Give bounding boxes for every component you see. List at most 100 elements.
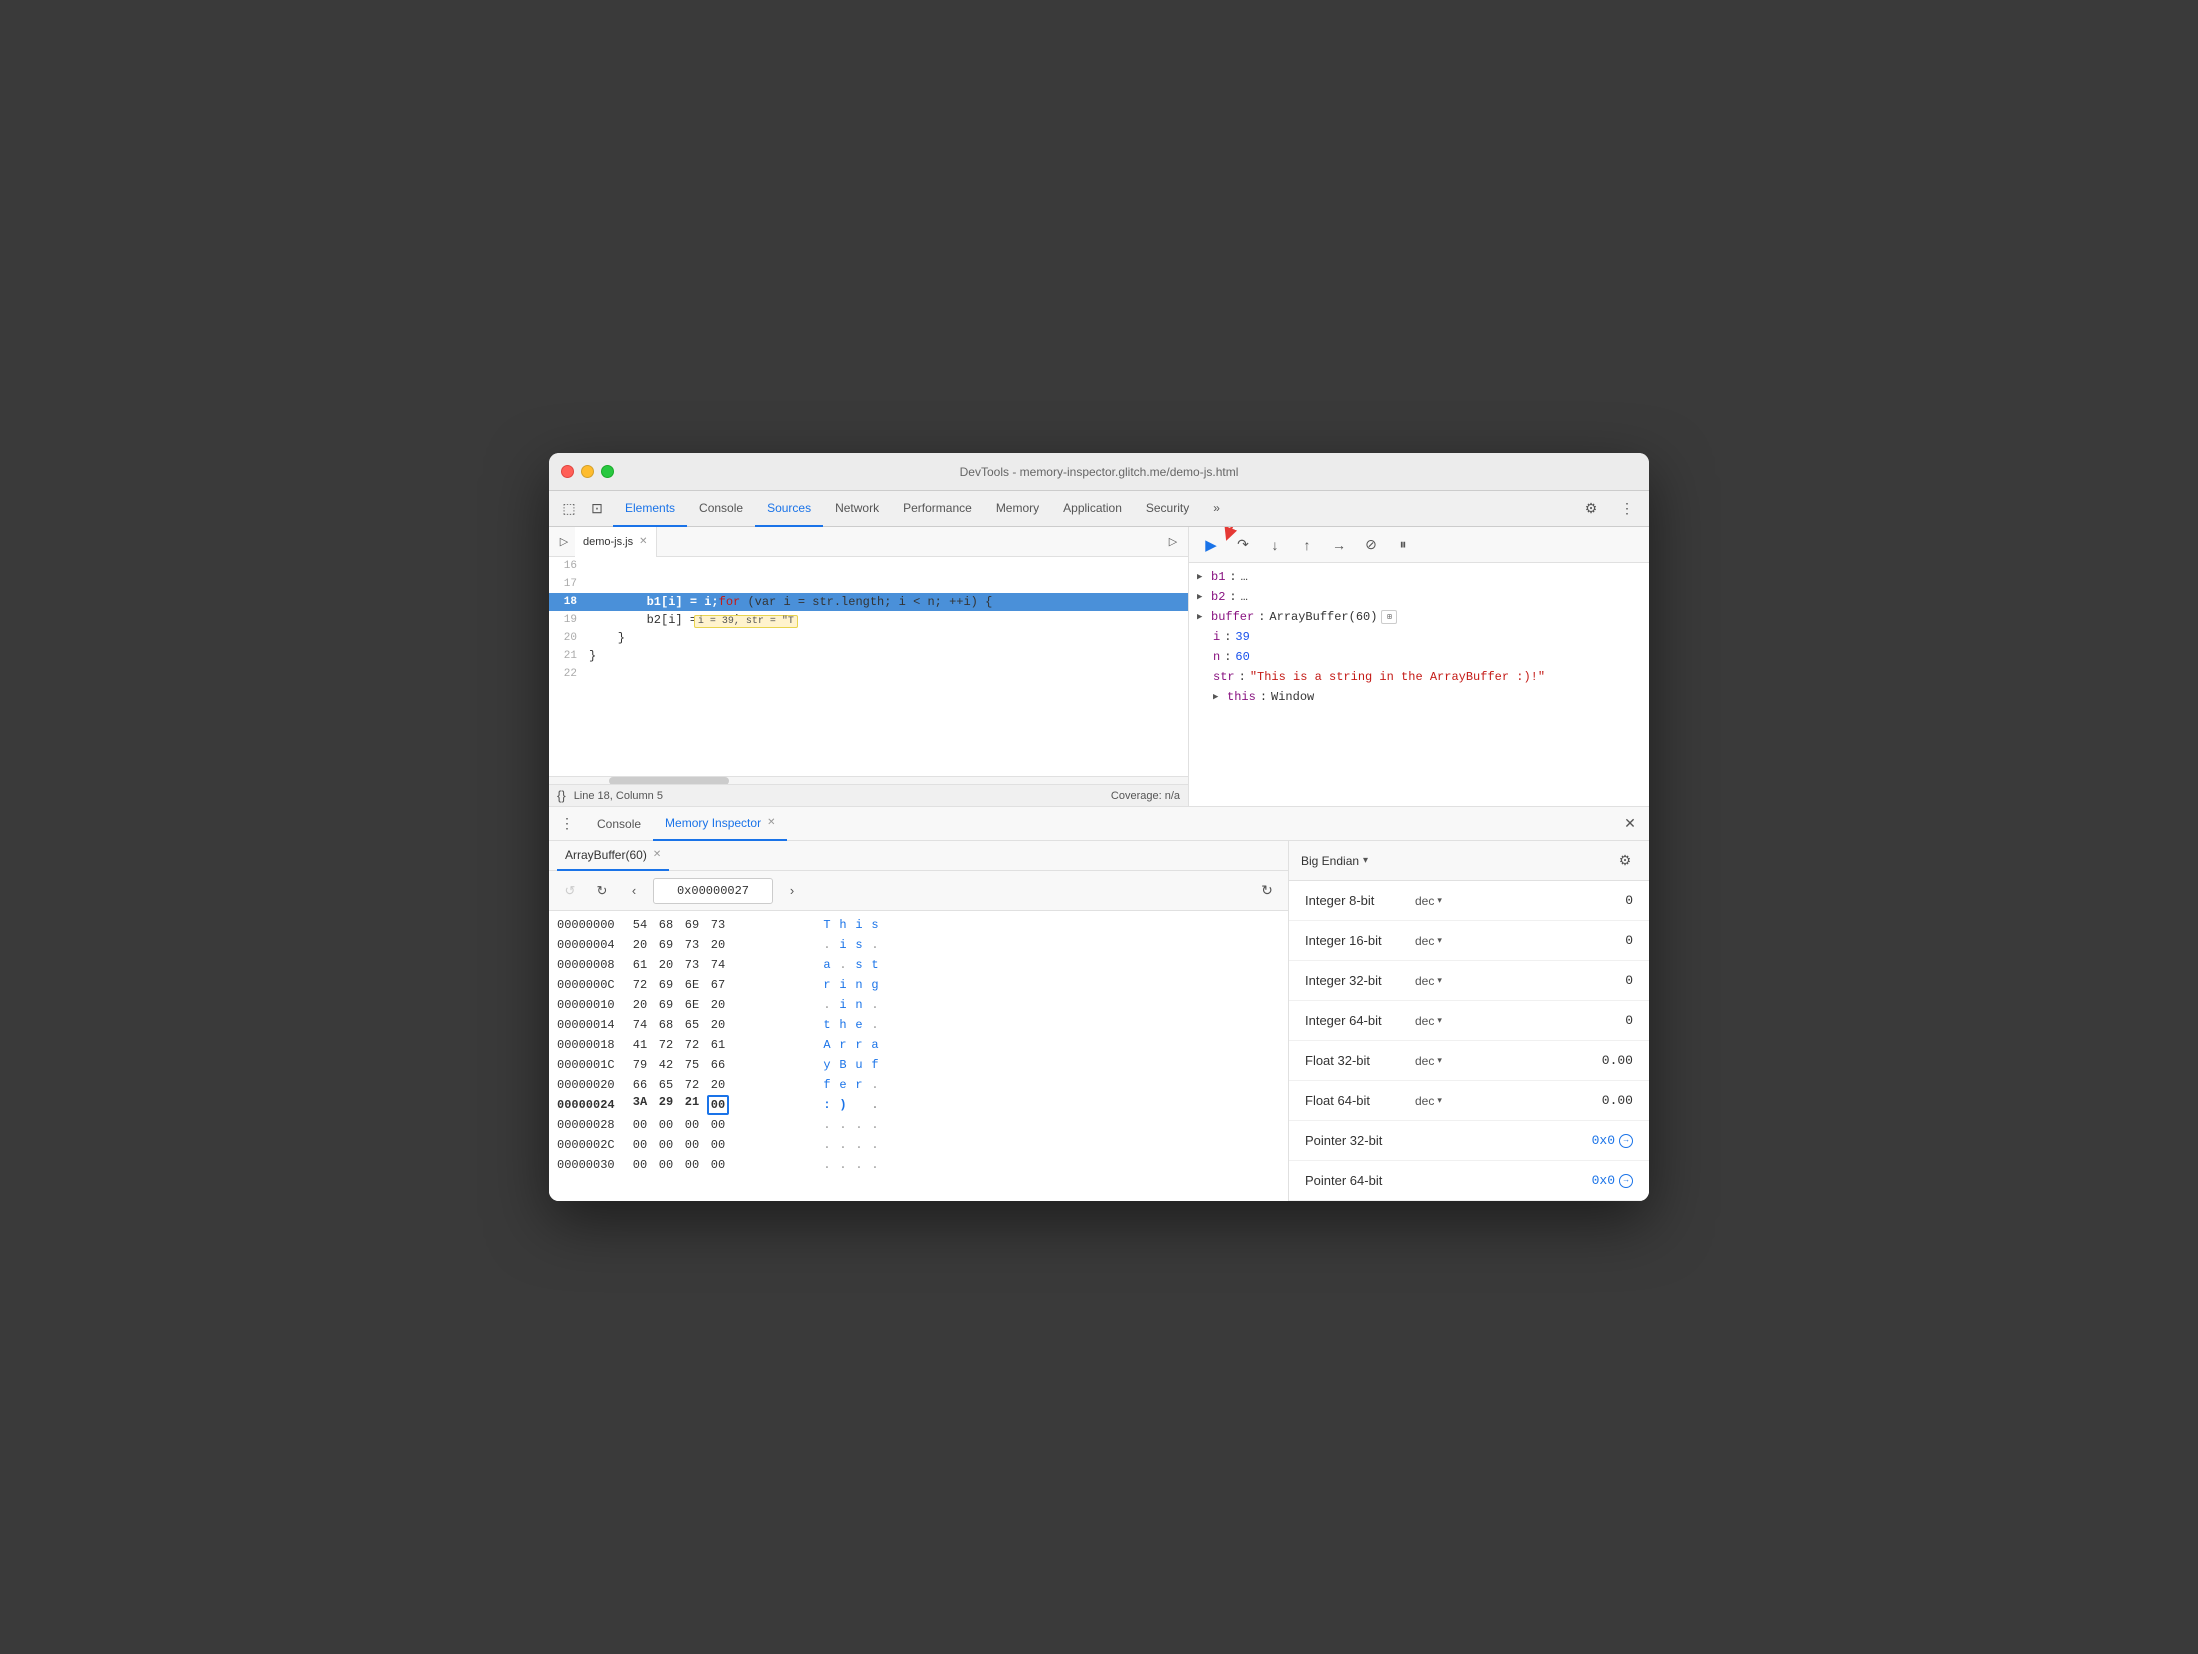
history-back-icon[interactable]: ↺ [557, 878, 583, 904]
goto-icon[interactable]: → [1619, 1174, 1633, 1188]
pointer-link[interactable]: 0x0→ [1592, 1133, 1633, 1148]
hex-char[interactable]: . [853, 1138, 865, 1152]
hex-char[interactable]: u [853, 1058, 865, 1072]
hex-byte[interactable]: 72 [681, 1038, 703, 1052]
hex-byte[interactable]: 75 [681, 1058, 703, 1072]
hex-byte[interactable]: 3A [629, 1095, 651, 1115]
hex-char[interactable]: . [869, 1018, 881, 1032]
hex-char[interactable]: . [869, 1118, 881, 1132]
goto-icon[interactable]: → [1619, 1134, 1633, 1148]
cursor-icon[interactable]: ⬚ [557, 497, 581, 521]
hex-char[interactable]: . [821, 1158, 833, 1172]
hex-byte[interactable]: 20 [655, 958, 677, 972]
hex-byte[interactable]: 74 [629, 1018, 651, 1032]
hex-byte[interactable]: 20 [707, 998, 729, 1012]
next-addr-button[interactable]: › [779, 878, 805, 904]
hex-byte[interactable]: 72 [681, 1078, 703, 1092]
hex-byte[interactable]: 20 [707, 1018, 729, 1032]
hex-char[interactable]: g [869, 978, 881, 992]
hex-char[interactable]: . [837, 1158, 849, 1172]
hex-char[interactable]: . [837, 1138, 849, 1152]
value-format-selector[interactable]: dec▾ [1415, 1094, 1475, 1108]
hex-char[interactable]: e [853, 1018, 865, 1032]
hex-byte[interactable]: 00 [629, 1138, 651, 1152]
hex-char[interactable]: r [821, 978, 833, 992]
pause-on-exceptions-button[interactable]: ⏸ [1389, 531, 1417, 559]
hex-byte[interactable]: 20 [707, 1078, 729, 1092]
hex-byte[interactable]: 65 [655, 1078, 677, 1092]
hex-byte[interactable]: 68 [655, 1018, 677, 1032]
tab-network[interactable]: Network [823, 491, 891, 527]
hex-byte[interactable]: 20 [629, 938, 651, 952]
hex-byte[interactable]: 61 [629, 958, 651, 972]
hex-char[interactable]: i [837, 938, 849, 952]
hex-byte[interactable]: 65 [681, 1018, 703, 1032]
step-out-button[interactable]: ↑ [1293, 531, 1321, 559]
tab-more[interactable]: » [1201, 491, 1232, 527]
pointer-link[interactable]: 0x0→ [1592, 1173, 1633, 1188]
hex-byte[interactable]: 00 [655, 1158, 677, 1172]
hex-byte[interactable]: 00 [629, 1158, 651, 1172]
hex-byte[interactable]: 00 [707, 1158, 729, 1172]
minimize-button[interactable] [581, 465, 594, 478]
hex-char[interactable]: . [869, 938, 881, 952]
hex-byte[interactable]: 20 [629, 998, 651, 1012]
hex-char[interactable]: . [821, 998, 833, 1012]
tab-sources[interactable]: Sources [755, 491, 823, 527]
step-into-button[interactable]: ↓ [1261, 531, 1289, 559]
hex-byte[interactable]: 29 [655, 1095, 677, 1115]
deactivate-breakpoints-button[interactable]: ⊘ [1357, 531, 1385, 559]
hex-byte[interactable]: 20 [707, 938, 729, 952]
hex-byte[interactable]: 72 [655, 1038, 677, 1052]
hex-byte[interactable]: 00 [655, 1118, 677, 1132]
hex-char[interactable]: i [837, 978, 849, 992]
hex-byte[interactable]: 21 [681, 1095, 703, 1115]
step-button[interactable]: → [1325, 531, 1353, 559]
hex-byte[interactable]: 69 [655, 998, 677, 1012]
history-forward-icon[interactable]: ↻ [589, 878, 615, 904]
hex-byte[interactable]: 00 [707, 1095, 729, 1115]
value-format-selector[interactable]: dec▾ [1415, 1054, 1475, 1068]
endian-selector[interactable]: Big Endian ▾ [1301, 854, 1368, 868]
resume-button[interactable]: ▶ [1197, 531, 1225, 559]
hex-char[interactable]: f [821, 1078, 833, 1092]
prev-addr-button[interactable]: ‹ [621, 878, 647, 904]
hex-byte[interactable]: 54 [629, 918, 651, 932]
value-format-selector[interactable]: dec▾ [1415, 974, 1475, 988]
hex-char[interactable]: s [853, 938, 865, 952]
hex-char[interactable]: f [869, 1058, 881, 1072]
hex-char[interactable]: T [821, 918, 833, 932]
hex-byte[interactable]: 42 [655, 1058, 677, 1072]
hex-char[interactable]: s [853, 958, 865, 972]
hex-byte[interactable]: 69 [655, 938, 677, 952]
tab-elements[interactable]: Elements [613, 491, 687, 527]
hex-char[interactable]: B [837, 1058, 849, 1072]
hex-byte[interactable]: 67 [707, 978, 729, 992]
device-icon[interactable]: ⊡ [585, 497, 609, 521]
hex-byte[interactable]: 00 [707, 1138, 729, 1152]
step-over-button[interactable]: ↷ [1229, 531, 1257, 559]
file-tab-close-icon[interactable]: ✕ [639, 536, 647, 547]
tab-memory[interactable]: Memory [984, 491, 1051, 527]
hex-char[interactable]: . [869, 1078, 881, 1092]
hex-char[interactable]: t [869, 958, 881, 972]
hex-byte[interactable]: 66 [707, 1058, 729, 1072]
hex-byte[interactable]: 69 [681, 918, 703, 932]
hex-byte[interactable]: 69 [655, 978, 677, 992]
hex-char[interactable]: a [821, 958, 833, 972]
hex-char[interactable]: e [837, 1078, 849, 1092]
hex-byte[interactable]: 6E [681, 998, 703, 1012]
hex-byte[interactable]: 41 [629, 1038, 651, 1052]
hex-char[interactable]: . [869, 1098, 881, 1112]
memory-inspector-tab-close[interactable]: ✕ [767, 817, 775, 828]
close-button[interactable] [561, 465, 574, 478]
arraybuffer-tab-close[interactable]: ✕ [653, 849, 661, 860]
tab-memory-inspector[interactable]: Memory Inspector ✕ [653, 807, 787, 841]
hex-char[interactable]: i [837, 998, 849, 1012]
file-more-icon[interactable]: ▷ [1162, 531, 1184, 553]
hex-char[interactable]: . [837, 1118, 849, 1132]
hex-byte[interactable]: 00 [681, 1138, 703, 1152]
hex-char[interactable]: n [853, 978, 865, 992]
tab-performance[interactable]: Performance [891, 491, 984, 527]
hex-char[interactable]: t [821, 1018, 833, 1032]
